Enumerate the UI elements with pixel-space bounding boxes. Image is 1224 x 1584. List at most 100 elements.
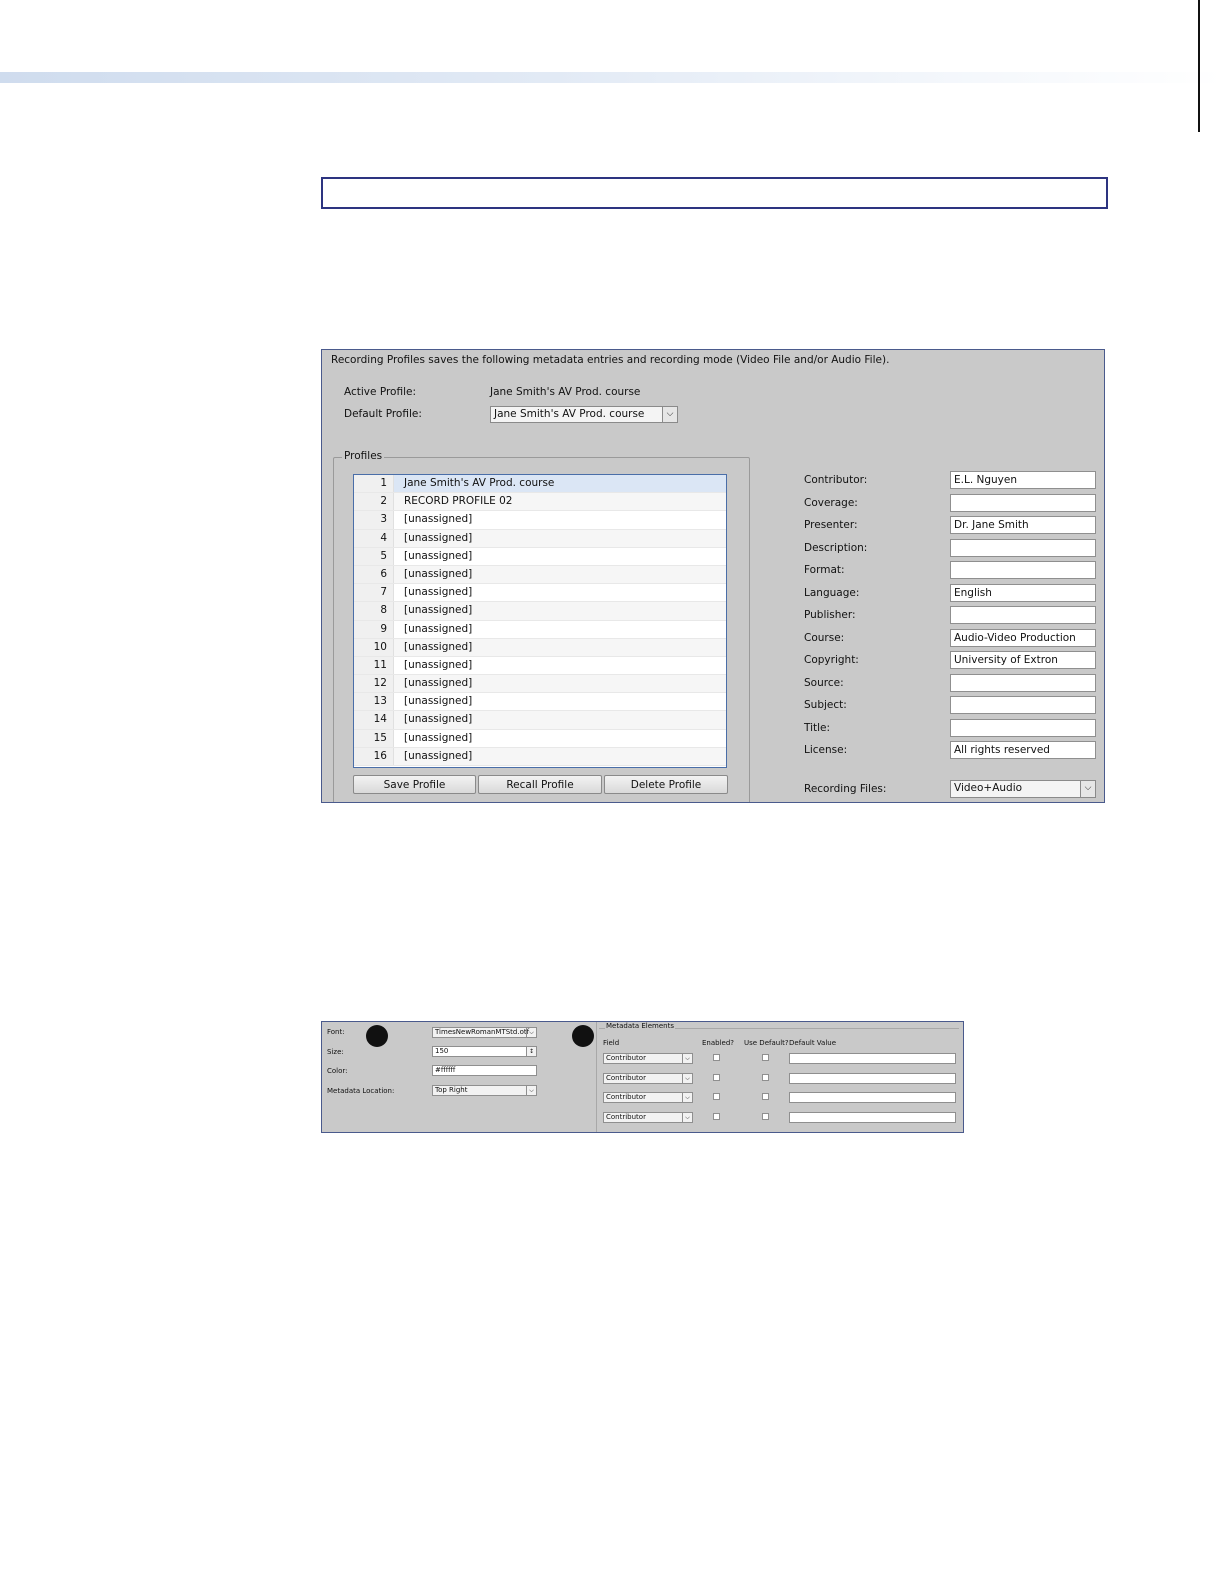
- chevron-down-icon[interactable]: ⌵: [526, 1028, 536, 1037]
- chevron-down-icon[interactable]: ⌵: [682, 1054, 692, 1063]
- profile-row[interactable]: 14 [unassigned]: [354, 711, 726, 730]
- chevron-down-icon[interactable]: ⌵: [1080, 781, 1095, 797]
- enabled-checkbox[interactable]: [713, 1073, 720, 1081]
- metadata-input[interactable]: [950, 718, 1096, 737]
- profile-row[interactable]: 4 [unassigned]: [354, 529, 726, 548]
- chevron-down-icon[interactable]: ⌵: [682, 1073, 692, 1083]
- profile-number: 8: [354, 602, 394, 620]
- default-value-input[interactable]: [789, 1092, 956, 1103]
- enabled-checkbox[interactable]: [713, 1112, 720, 1120]
- metadata-field-value: Contributor: [606, 1093, 646, 1101]
- metadata-input[interactable]: [950, 561, 1096, 579]
- profile-row[interactable]: 8 [unassigned]: [354, 602, 726, 621]
- profile-number: 13: [354, 693, 394, 711]
- recording-files-select[interactable]: Video+Audio ⌵: [950, 780, 1096, 798]
- metadata-input[interactable]: E.L. Nguyen: [950, 471, 1096, 489]
- metadata-field-select[interactable]: Contributor ⌵: [603, 1111, 693, 1123]
- profile-name: RECORD PROFILE 02: [404, 495, 513, 508]
- profile-name: [unassigned]: [404, 713, 473, 726]
- profile-row[interactable]: 11 [unassigned]: [354, 656, 726, 676]
- use-default-checkbox[interactable]: [762, 1054, 769, 1061]
- profile-row[interactable]: 15 [unassigned]: [354, 729, 726, 748]
- metadata-input[interactable]: [950, 673, 1096, 692]
- metadata-input[interactable]: [950, 493, 1096, 512]
- default-value-input[interactable]: [789, 1111, 956, 1123]
- metadata-input[interactable]: Audio-Video Production: [950, 628, 1096, 647]
- recording-profiles-panel: Recording Profiles saves the following m…: [321, 349, 1105, 803]
- metadata-field-select[interactable]: Contributor ⌵: [603, 1092, 693, 1103]
- use-default-checkbox[interactable]: [762, 1112, 769, 1120]
- chevron-down-icon[interactable]: ⌵: [526, 1086, 536, 1095]
- chevron-down-icon[interactable]: ⌵: [682, 1093, 692, 1102]
- metadata-input[interactable]: University of Extron: [950, 651, 1096, 669]
- metadata-label: Title:: [804, 721, 831, 734]
- profile-number: 7: [354, 584, 394, 602]
- default-profile-select[interactable]: Jane Smith's AV Prod. course ⌵: [490, 406, 678, 423]
- metadata-field-select[interactable]: Contributor ⌵: [603, 1053, 693, 1064]
- chevron-down-icon[interactable]: ⌵: [662, 407, 677, 422]
- delete-profile-button[interactable]: Delete Profile: [604, 775, 728, 794]
- enabled-checkbox[interactable]: [713, 1054, 720, 1061]
- color-input[interactable]: #ffffff: [432, 1065, 537, 1076]
- default-profile-value: Jane Smith's AV Prod. course: [494, 408, 645, 420]
- profile-number: 6: [354, 565, 394, 584]
- enabled-checkbox[interactable]: [713, 1093, 720, 1100]
- profile-row[interactable]: 13 [unassigned]: [354, 693, 726, 712]
- profile-row[interactable]: 6 [unassigned]: [354, 565, 726, 585]
- profile-name: [unassigned]: [404, 604, 473, 617]
- profile-row[interactable]: 12 [unassigned]: [354, 675, 726, 694]
- metadata-location-select[interactable]: Top Right ⌵: [432, 1085, 537, 1096]
- profile-name: [unassigned]: [404, 586, 473, 599]
- save-profile-button[interactable]: Save Profile: [353, 775, 476, 794]
- size-stepper[interactable]: ↕: [526, 1046, 537, 1057]
- profile-name: [unassigned]: [404, 640, 473, 653]
- recording-files-label: Recording Files:: [804, 783, 887, 795]
- metadata-label: Contributor:: [804, 474, 868, 486]
- metadata-label: Description:: [804, 541, 868, 554]
- chevron-down-icon[interactable]: ⌵: [682, 1112, 692, 1122]
- use-default-checkbox[interactable]: [762, 1073, 769, 1081]
- metadata-input[interactable]: [950, 696, 1096, 714]
- profile-name: [unassigned]: [404, 677, 473, 690]
- intro-text: Recording Profiles saves the following m…: [331, 354, 890, 366]
- metadata-location-value: Top Right: [435, 1086, 468, 1094]
- metadata-input[interactable]: [950, 606, 1096, 624]
- profile-number: 1: [354, 475, 394, 493]
- profile-number: 4: [354, 529, 394, 547]
- metadata-elements-legend: Metadata Elements: [605, 1022, 676, 1030]
- profile-row[interactable]: 1 Jane Smith's AV Prod. course: [354, 475, 726, 494]
- profile-number: 16: [354, 747, 394, 765]
- profile-row[interactable]: 16 [unassigned]: [354, 747, 726, 766]
- profile-row[interactable]: 10 [unassigned]: [354, 638, 726, 657]
- profile-row[interactable]: 5 [unassigned]: [354, 547, 726, 566]
- default-value-input[interactable]: [789, 1072, 956, 1084]
- profile-number: 5: [354, 547, 394, 565]
- note-box: [321, 177, 1108, 209]
- metadata-field-value: Contributor: [606, 1054, 646, 1062]
- profile-row[interactable]: 2 RECORD PROFILE 02: [354, 493, 726, 512]
- metadata-input[interactable]: [950, 538, 1096, 557]
- font-select[interactable]: TimesNewRomanMTStd.otf ⌵: [432, 1027, 537, 1038]
- recall-profile-button[interactable]: Recall Profile: [478, 775, 602, 794]
- metadata-field-select[interactable]: Contributor ⌵: [603, 1072, 693, 1084]
- profile-number: 10: [354, 638, 394, 656]
- metadata-input[interactable]: All rights reserved: [950, 741, 1096, 759]
- size-input[interactable]: 150: [432, 1046, 527, 1057]
- font-value: TimesNewRomanMTStd.otf: [435, 1028, 530, 1036]
- profile-row[interactable]: 7 [unassigned]: [354, 584, 726, 603]
- font-label: Font:: [327, 1028, 345, 1036]
- profile-name: [unassigned]: [404, 549, 473, 562]
- stepper-icon[interactable]: ↕: [527, 1047, 536, 1056]
- profile-number: 2: [354, 493, 394, 511]
- profile-row[interactable]: 3 [unassigned]: [354, 511, 726, 530]
- default-value-input[interactable]: [789, 1053, 956, 1064]
- use-default-checkbox[interactable]: [762, 1093, 769, 1100]
- profile-row[interactable]: 9 [unassigned]: [354, 620, 726, 639]
- metadata-input[interactable]: English: [950, 583, 1096, 602]
- metadata-input[interactable]: Dr. Jane Smith: [950, 516, 1096, 534]
- profile-name: [unassigned]: [404, 531, 473, 544]
- profiles-list[interactable]: 1 Jane Smith's AV Prod. course 2 RECORD PRO…: [353, 474, 727, 768]
- profile-number: 3: [354, 511, 394, 529]
- column-default-value: Default Value: [789, 1039, 837, 1047]
- page-edge-rule: [1198, 0, 1200, 132]
